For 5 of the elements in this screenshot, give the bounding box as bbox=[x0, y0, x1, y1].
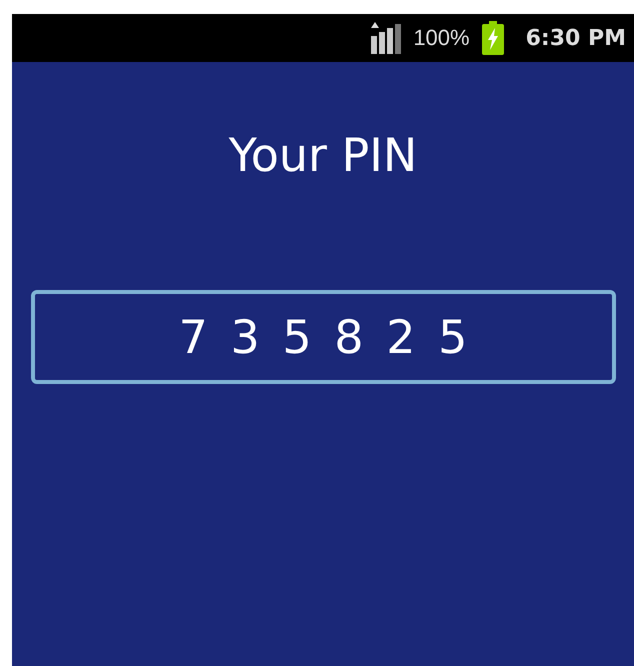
pin-field[interactable]: 7 3 5 8 2 5 bbox=[30, 290, 616, 384]
battery-percent: 100% bbox=[413, 25, 470, 51]
battery-charging-icon bbox=[482, 21, 504, 55]
status-time: 6:30 PM bbox=[526, 26, 626, 50]
page-title: Your PIN bbox=[228, 128, 418, 182]
